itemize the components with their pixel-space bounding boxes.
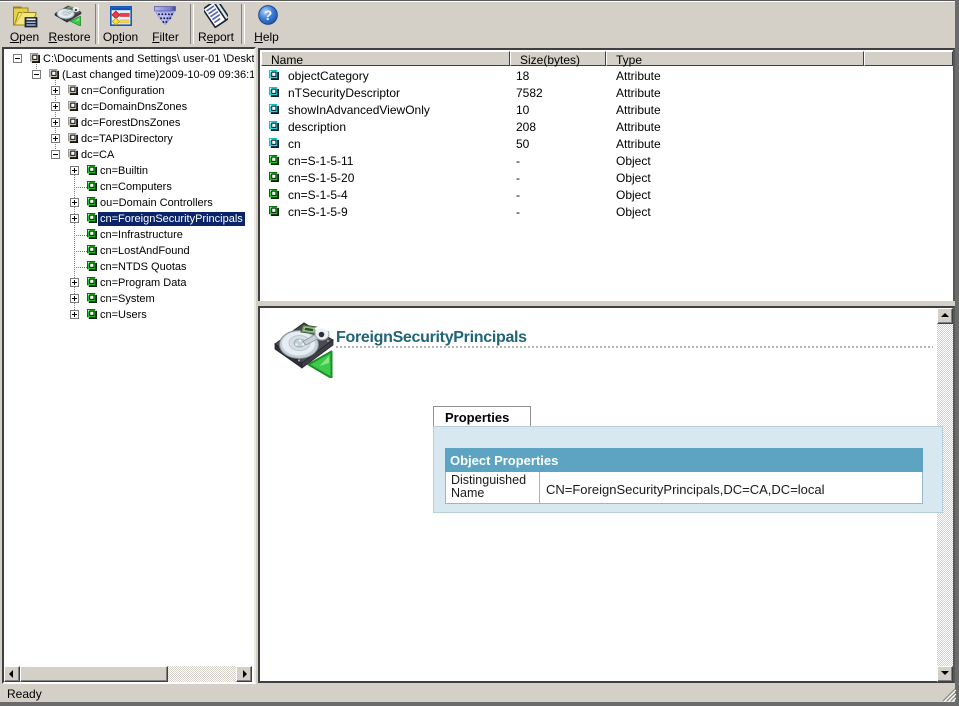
svg-text:?: ? <box>264 7 273 23</box>
